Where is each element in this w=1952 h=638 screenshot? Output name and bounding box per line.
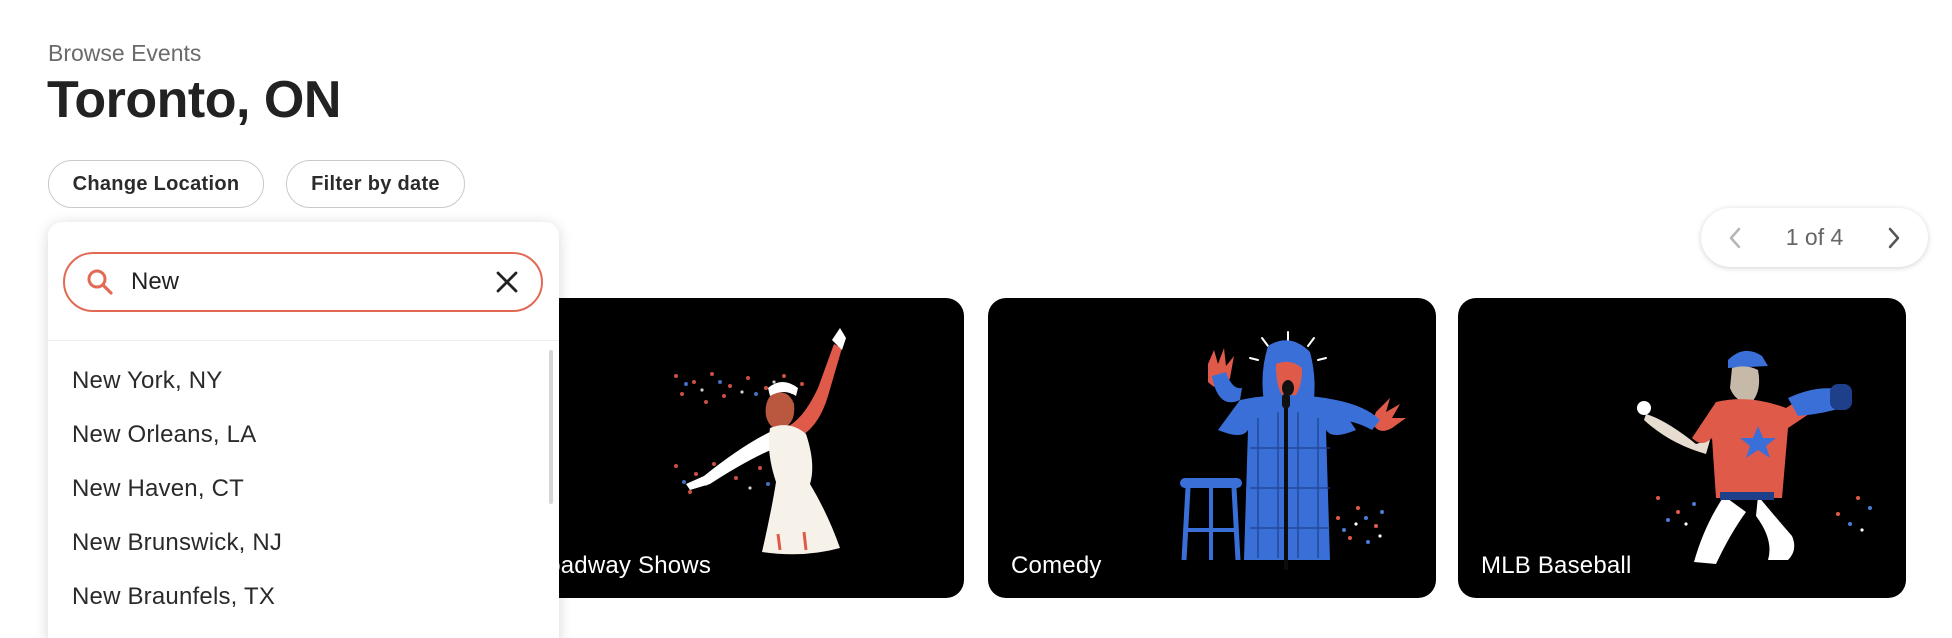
location-search-input[interactable]: [131, 268, 491, 296]
location-result-item[interactable]: New Brunswick, NJ: [72, 516, 532, 570]
close-icon[interactable]: [491, 266, 523, 298]
location-result-item[interactable]: New Haven, CT: [72, 462, 532, 516]
page-eyebrow: Browse Events: [48, 40, 202, 66]
change-location-button[interactable]: Change Location: [48, 160, 264, 208]
location-result-item[interactable]: New Braunfels, TX: [72, 570, 532, 624]
page-title: Toronto, ON: [47, 71, 341, 129]
location-result-item[interactable]: New Orleans, LA: [72, 408, 532, 462]
filter-by-date-button[interactable]: Filter by date: [286, 160, 465, 208]
category-card-mlb-baseball[interactable]: MLB Baseball: [1458, 298, 1906, 598]
category-card-broadway[interactable]: roadway Shows: [516, 298, 964, 598]
search-icon: [85, 266, 117, 298]
pager-text: 1 of 4: [1785, 224, 1844, 250]
chevron-right-icon[interactable]: [1882, 226, 1906, 250]
browse-events-page: Browse Events Toronto, ON Change Locatio…: [0, 0, 1952, 638]
results-scrollbar[interactable]: [549, 350, 553, 504]
category-card-comedy[interactable]: Comedy: [988, 298, 1436, 598]
divider: [48, 340, 559, 341]
location-dropdown: New York, NY New Orleans, LA New Haven, …: [48, 222, 559, 638]
category-label: roadway Shows: [539, 552, 712, 579]
location-search-field[interactable]: [63, 252, 543, 312]
carousel-pager: 1 of 4: [1701, 208, 1928, 267]
location-result-item[interactable]: New York, NY: [72, 354, 532, 408]
category-label: MLB Baseball: [1481, 552, 1632, 579]
chevron-left-icon[interactable]: [1723, 226, 1747, 250]
category-label: Comedy: [1011, 552, 1102, 579]
location-results-list: New York, NY New Orleans, LA New Haven, …: [72, 354, 532, 624]
